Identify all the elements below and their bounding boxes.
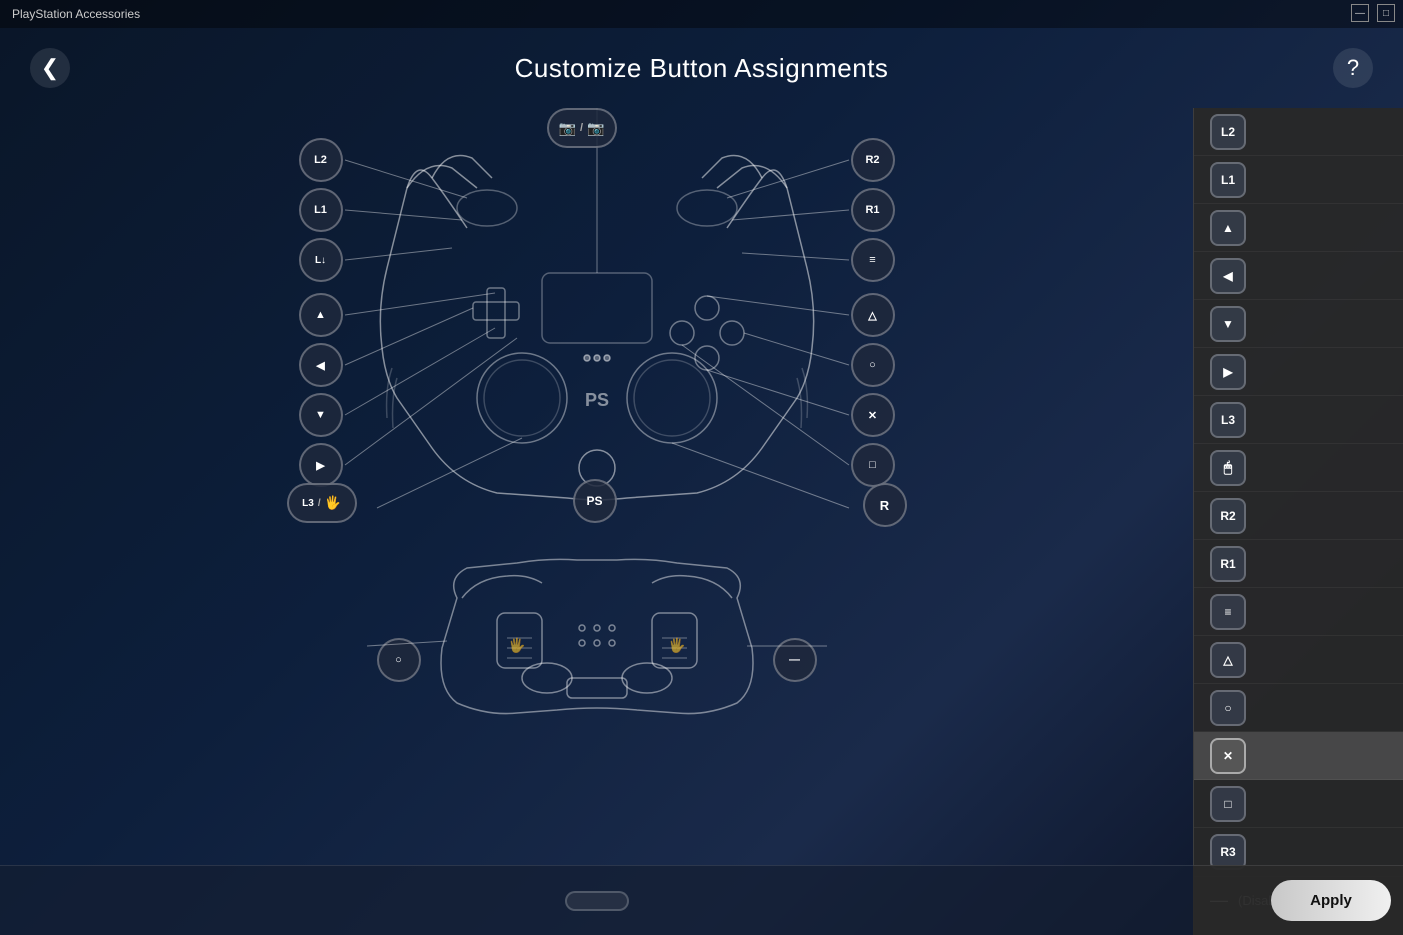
R2-label: R2 bbox=[865, 154, 879, 166]
bottom-minus-button[interactable]: — bbox=[773, 638, 817, 682]
circle-label: ○ bbox=[869, 359, 876, 371]
L1-label: L1 bbox=[314, 204, 327, 216]
touchpad-button[interactable]: 📷 / 📷 bbox=[547, 108, 617, 148]
cross-button[interactable]: ✕ bbox=[851, 393, 895, 437]
panel-icon-L1: L1 bbox=[1210, 162, 1246, 198]
bottom-bar bbox=[0, 865, 1193, 935]
back-button[interactable]: ❮ bbox=[30, 48, 70, 88]
panel-icon-circle: ○ bbox=[1210, 690, 1246, 726]
svg-text:PS: PS bbox=[584, 390, 608, 410]
panel-item-triangle[interactable]: △ bbox=[1194, 636, 1403, 684]
panel-item-cross[interactable]: ✕ bbox=[1194, 732, 1403, 780]
main-content: PS bbox=[0, 108, 1403, 935]
L3-touchpad-button[interactable]: L3 / 🖐 bbox=[287, 483, 357, 523]
panel-item-options[interactable]: ≡ bbox=[1194, 588, 1403, 636]
bottom-pill[interactable] bbox=[565, 891, 629, 911]
dpad-right-label: ▶ bbox=[316, 459, 324, 472]
panel-item-square[interactable]: □ bbox=[1194, 780, 1403, 828]
ps-icon: PS bbox=[586, 494, 602, 508]
panel-item-left[interactable]: ◀ bbox=[1194, 252, 1403, 300]
bottom-circle-button[interactable]: ○ bbox=[377, 638, 421, 682]
panel-icon-down: ▼ bbox=[1210, 306, 1246, 342]
controller-diagram-top: PS bbox=[277, 108, 917, 528]
panel-item-circle[interactable]: ○ bbox=[1194, 684, 1403, 732]
apply-area: Apply bbox=[1193, 865, 1403, 935]
panel-item-right[interactable]: ▶ bbox=[1194, 348, 1403, 396]
panel-item-R2[interactable]: R2 bbox=[1194, 492, 1403, 540]
header: ❮ Customize Button Assignments ? bbox=[0, 28, 1403, 108]
panel-icon-R1: R1 bbox=[1210, 546, 1246, 582]
panel-icon-touchpad: 🖱 bbox=[1210, 450, 1246, 486]
R1-label: R1 bbox=[865, 204, 879, 216]
panel-icon-square: □ bbox=[1210, 786, 1246, 822]
ps-button[interactable]: PS bbox=[573, 479, 617, 523]
apply-button[interactable]: Apply bbox=[1271, 880, 1391, 921]
dpad-down-label: ▼ bbox=[315, 409, 326, 421]
page-title: Customize Button Assignments bbox=[515, 53, 889, 84]
panel-icon-triangle: △ bbox=[1210, 642, 1246, 678]
L2-button[interactable]: L2 bbox=[299, 138, 343, 182]
R-back-button[interactable]: R bbox=[863, 483, 907, 527]
controller-diagram-bottom: 🖐 🖐 ○ — bbox=[397, 548, 797, 728]
panel-item-touchpad[interactable]: 🖱 bbox=[1194, 444, 1403, 492]
panel-icon-R2: R2 bbox=[1210, 498, 1246, 534]
L2-label: L2 bbox=[314, 154, 327, 166]
panel-icon-right: ▶ bbox=[1210, 354, 1246, 390]
R1-button[interactable]: R1 bbox=[851, 188, 895, 232]
dpad-left-button[interactable]: ◀ bbox=[299, 343, 343, 387]
panel-icon-L3: L3 bbox=[1210, 402, 1246, 438]
L-stick-label: L↓ bbox=[315, 255, 326, 266]
panel-icon-L2: L2 bbox=[1210, 114, 1246, 150]
minimize-button[interactable]: — bbox=[1351, 4, 1369, 22]
dpad-down-button[interactable]: ▼ bbox=[299, 393, 343, 437]
panel-icon-cross: ✕ bbox=[1210, 738, 1246, 774]
back-icon: ❮ bbox=[41, 55, 59, 81]
triangle-button[interactable]: △ bbox=[851, 293, 895, 337]
dpad-up-button[interactable]: ▲ bbox=[299, 293, 343, 337]
controller-area: PS bbox=[0, 108, 1193, 935]
help-icon: ? bbox=[1347, 55, 1359, 81]
L-stick-button[interactable]: L↓ bbox=[299, 238, 343, 282]
R-back-label: R bbox=[880, 498, 889, 513]
svg-text:🖐: 🖐 bbox=[668, 636, 685, 654]
panel-icon-up: ▲ bbox=[1210, 210, 1246, 246]
options-label: ≡ bbox=[869, 254, 875, 266]
square-button[interactable]: □ bbox=[851, 443, 895, 487]
cross-label: ✕ bbox=[868, 409, 877, 422]
window-controls: — □ bbox=[1351, 4, 1395, 22]
panel-item-up[interactable]: ▲ bbox=[1194, 204, 1403, 252]
panel-item-R1[interactable]: R1 bbox=[1194, 540, 1403, 588]
title-bar: PlayStation Accessories — □ bbox=[0, 0, 1403, 28]
triangle-label: △ bbox=[868, 309, 876, 322]
panel-icon-options: ≡ bbox=[1210, 594, 1246, 630]
svg-text:🖐: 🖐 bbox=[508, 636, 525, 654]
panel-item-L2[interactable]: L2 bbox=[1194, 108, 1403, 156]
L1-button[interactable]: L1 bbox=[299, 188, 343, 232]
panel-item-down[interactable]: ▼ bbox=[1194, 300, 1403, 348]
dpad-right-button[interactable]: ▶ bbox=[299, 443, 343, 487]
panel-icon-left: ◀ bbox=[1210, 258, 1246, 294]
dpad-left-label: ◀ bbox=[316, 359, 324, 372]
dpad-up-label: ▲ bbox=[315, 309, 326, 321]
square-label: □ bbox=[869, 459, 876, 471]
maximize-button[interactable]: □ bbox=[1377, 4, 1395, 22]
panel-item-L3[interactable]: L3 bbox=[1194, 396, 1403, 444]
circle-button[interactable]: ○ bbox=[851, 343, 895, 387]
side-panel: L2 L1 ▲ ◀ ▼ ▶ bbox=[1193, 108, 1403, 935]
panel-item-L1[interactable]: L1 bbox=[1194, 156, 1403, 204]
options-button[interactable]: ≡ bbox=[851, 238, 895, 282]
R2-button[interactable]: R2 bbox=[851, 138, 895, 182]
L3-label: L3 bbox=[302, 498, 314, 509]
help-button[interactable]: ? bbox=[1333, 48, 1373, 88]
app-title: PlayStation Accessories bbox=[12, 7, 140, 21]
